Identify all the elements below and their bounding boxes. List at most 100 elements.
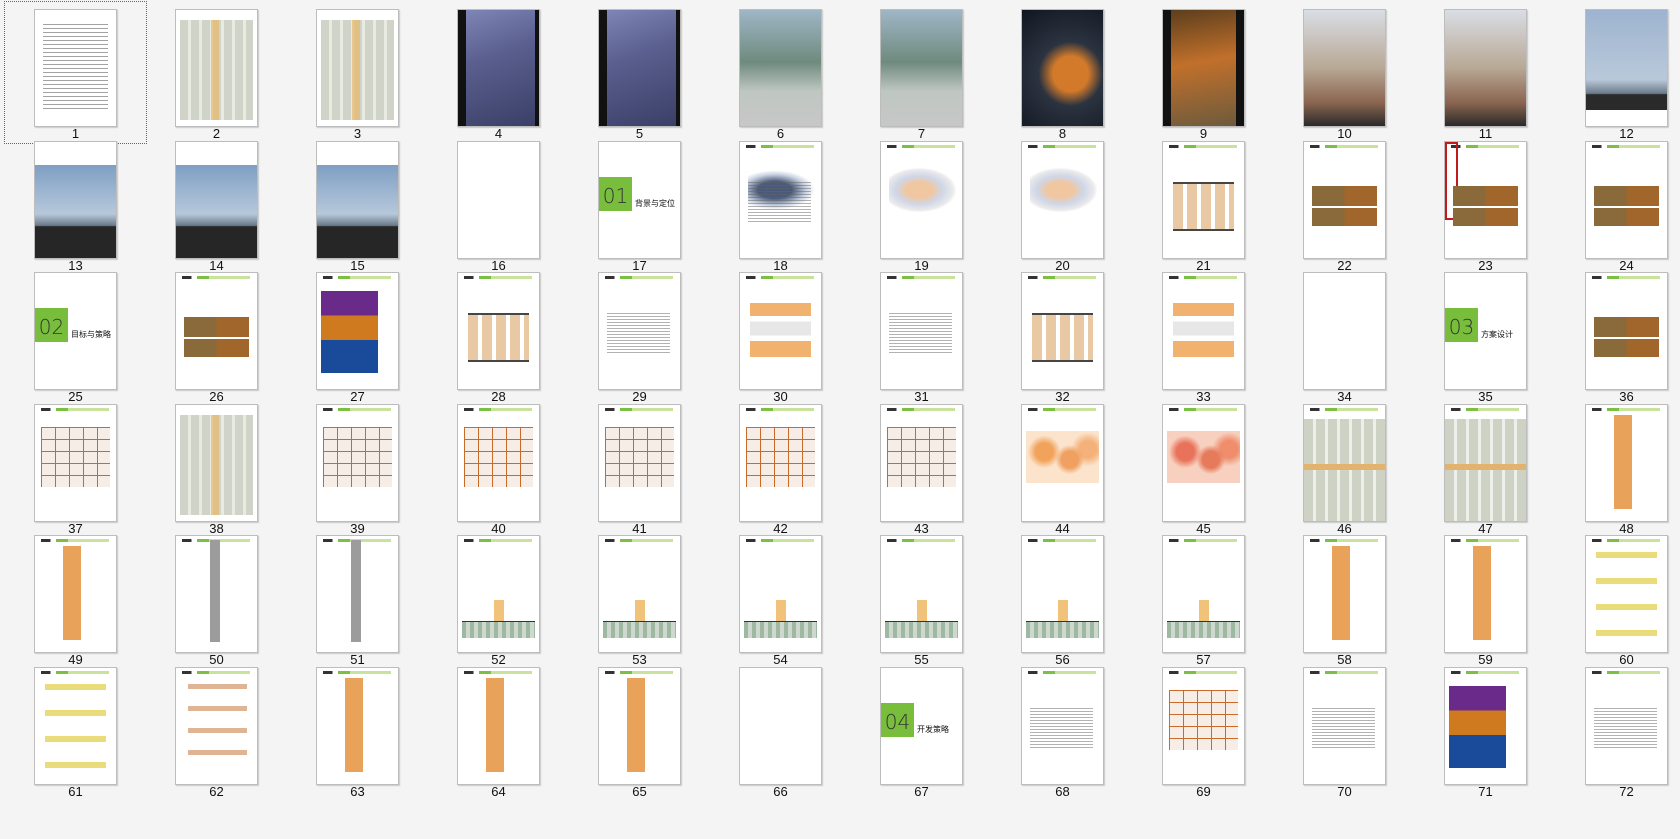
page-thumbnail-43[interactable]: 43: [851, 397, 992, 538]
page-thumbnail-39[interactable]: 39: [287, 397, 428, 538]
page-thumbnail-38[interactable]: 38: [146, 397, 287, 538]
page-thumbnail-28[interactable]: 28: [428, 265, 569, 406]
page-thumbnail-51[interactable]: 51: [287, 528, 428, 669]
axonometric-layers: [188, 683, 247, 772]
page-thumbnail-60[interactable]: 60: [1556, 528, 1680, 669]
page-preview: [739, 9, 822, 127]
page-thumbnail-10[interactable]: 10: [1274, 2, 1415, 143]
photo-collage: [1312, 185, 1377, 226]
page-thumbnail-8[interactable]: 8: [992, 2, 1133, 143]
page-thumbnail-48[interactable]: 48: [1556, 397, 1680, 538]
page-preview: [1444, 140, 1527, 259]
page-thumbnail-16[interactable]: 16: [428, 134, 569, 275]
page-thumbnail-1[interactable]: 1: [4, 1, 147, 144]
page-thumbnail-46[interactable]: 46: [1274, 397, 1415, 538]
page-thumbnail-59[interactable]: 59: [1415, 528, 1556, 669]
page-thumbnail-68[interactable]: 68: [992, 660, 1133, 801]
page-thumbnail-37[interactable]: 37: [5, 397, 146, 538]
page-thumbnail-44[interactable]: 44: [992, 397, 1133, 538]
page-thumbnail-56[interactable]: 56: [992, 528, 1133, 669]
night-photo: [1449, 685, 1506, 768]
page-thumbnail-6[interactable]: 6: [710, 2, 851, 143]
page-thumbnail-34[interactable]: 34: [1274, 265, 1415, 406]
page-thumbnail-20[interactable]: 20: [992, 134, 1133, 275]
page-thumbnail-4[interactable]: 4: [428, 2, 569, 143]
page-thumbnail-53[interactable]: 53: [569, 528, 710, 669]
page-thumbnail-11[interactable]: 11: [1415, 2, 1556, 143]
page-thumbnail-50[interactable]: 50: [146, 528, 287, 669]
page-header-bar: [323, 276, 391, 279]
page-thumbnail-33[interactable]: 33: [1133, 265, 1274, 406]
site-map-image: [180, 20, 253, 120]
page-thumbnail-25[interactable]: 02 目标与策略 25: [5, 265, 146, 406]
page-thumbnail-31[interactable]: 31: [851, 265, 992, 406]
page-thumbnail-55[interactable]: 55: [851, 528, 992, 669]
page-preview: [1303, 9, 1386, 127]
page-preview: [175, 403, 258, 522]
page-thumbnail-47[interactable]: 47: [1415, 397, 1556, 538]
section-drawing: [1167, 621, 1240, 638]
page-thumbnail-17[interactable]: 01 背景与定位 17: [569, 134, 710, 275]
page-thumbnail-24[interactable]: 24: [1556, 134, 1680, 275]
page-header-bar: [887, 407, 955, 411]
page-thumbnail-13[interactable]: 13: [5, 134, 146, 275]
axonometric-layers: [1596, 552, 1657, 640]
page-thumbnail-36[interactable]: 36: [1556, 265, 1680, 406]
page-thumbnail-52[interactable]: 52: [428, 528, 569, 669]
page-thumbnail-45[interactable]: 45: [1133, 397, 1274, 538]
page-thumbnail-61[interactable]: 61: [5, 660, 146, 801]
page-thumbnail-32[interactable]: 32: [992, 265, 1133, 406]
page-thumbnail-49[interactable]: 49: [5, 528, 146, 669]
page-thumbnail-14[interactable]: 14: [146, 134, 287, 275]
page-thumbnail-42[interactable]: 42: [710, 397, 851, 538]
page-thumbnail-66[interactable]: 66: [710, 660, 851, 801]
page-preview: [316, 403, 399, 522]
page-thumbnail-40[interactable]: 40: [428, 397, 569, 538]
page-thumbnail-65[interactable]: 65: [569, 660, 710, 801]
page-number-label: 64: [491, 783, 506, 799]
page-thumbnail-21[interactable]: 21: [1133, 134, 1274, 275]
page-thumbnail-72[interactable]: 72: [1556, 660, 1680, 801]
page-thumbnail-26[interactable]: 26: [146, 265, 287, 406]
page-thumbnail-2[interactable]: 2: [146, 2, 287, 143]
section-number-badge: 02: [35, 308, 68, 342]
page-thumbnail-9[interactable]: 9: [1133, 2, 1274, 143]
page-thumbnail-29[interactable]: 29: [569, 265, 710, 406]
photo-collage: [1594, 317, 1659, 357]
page-header-bar: [1169, 144, 1237, 148]
page-thumbnail-3[interactable]: 3: [287, 2, 428, 143]
page-thumbnail-41[interactable]: 41: [569, 397, 710, 538]
page-thumbnail-57[interactable]: 57: [1133, 528, 1274, 669]
page-preview: [739, 666, 822, 785]
page-header-bar: [464, 539, 532, 542]
page-thumbnail-7[interactable]: 7: [851, 2, 992, 143]
page-preview: [1585, 666, 1668, 785]
page-thumbnail-27[interactable]: 27: [287, 265, 428, 406]
page-thumbnail-63[interactable]: 63: [287, 660, 428, 801]
page-thumbnail-18[interactable]: 18: [710, 134, 851, 275]
page-thumbnail-58[interactable]: 58: [1274, 528, 1415, 669]
page-thumbnail-22[interactable]: 22: [1274, 134, 1415, 275]
axonometric-layers: [45, 683, 106, 772]
page-thumbnail-23[interactable]: 23: [1415, 134, 1556, 275]
page-preview: [457, 535, 540, 653]
page-thumbnail-30[interactable]: 30: [710, 265, 851, 406]
page-thumbnail-70[interactable]: 70: [1274, 660, 1415, 801]
page-thumbnail-5[interactable]: 5: [569, 2, 710, 143]
page-thumbnail-35[interactable]: 03 方案设计 35: [1415, 265, 1556, 406]
page-thumbnail-54[interactable]: 54: [710, 528, 851, 669]
page-thumbnail-67[interactable]: 04 开发策略 67: [851, 660, 992, 801]
page-thumbnail-15[interactable]: 15: [287, 134, 428, 275]
page-thumbnail-71[interactable]: 71: [1415, 660, 1556, 801]
page-thumbnail-19[interactable]: 19: [851, 134, 992, 275]
page-preview: 02 目标与策略: [34, 272, 117, 390]
page-thumbnail-64[interactable]: 64: [428, 660, 569, 801]
page-preview: [34, 535, 117, 653]
heat-map: [1026, 430, 1099, 483]
page-thumbnail-69[interactable]: 69: [1133, 660, 1274, 801]
page-thumbnail-62[interactable]: 62: [146, 660, 287, 801]
master-plan: [1304, 418, 1385, 521]
page-thumbnail-12[interactable]: 12: [1556, 2, 1680, 143]
page-preview: [1021, 9, 1104, 127]
page-preview: [1303, 666, 1386, 785]
